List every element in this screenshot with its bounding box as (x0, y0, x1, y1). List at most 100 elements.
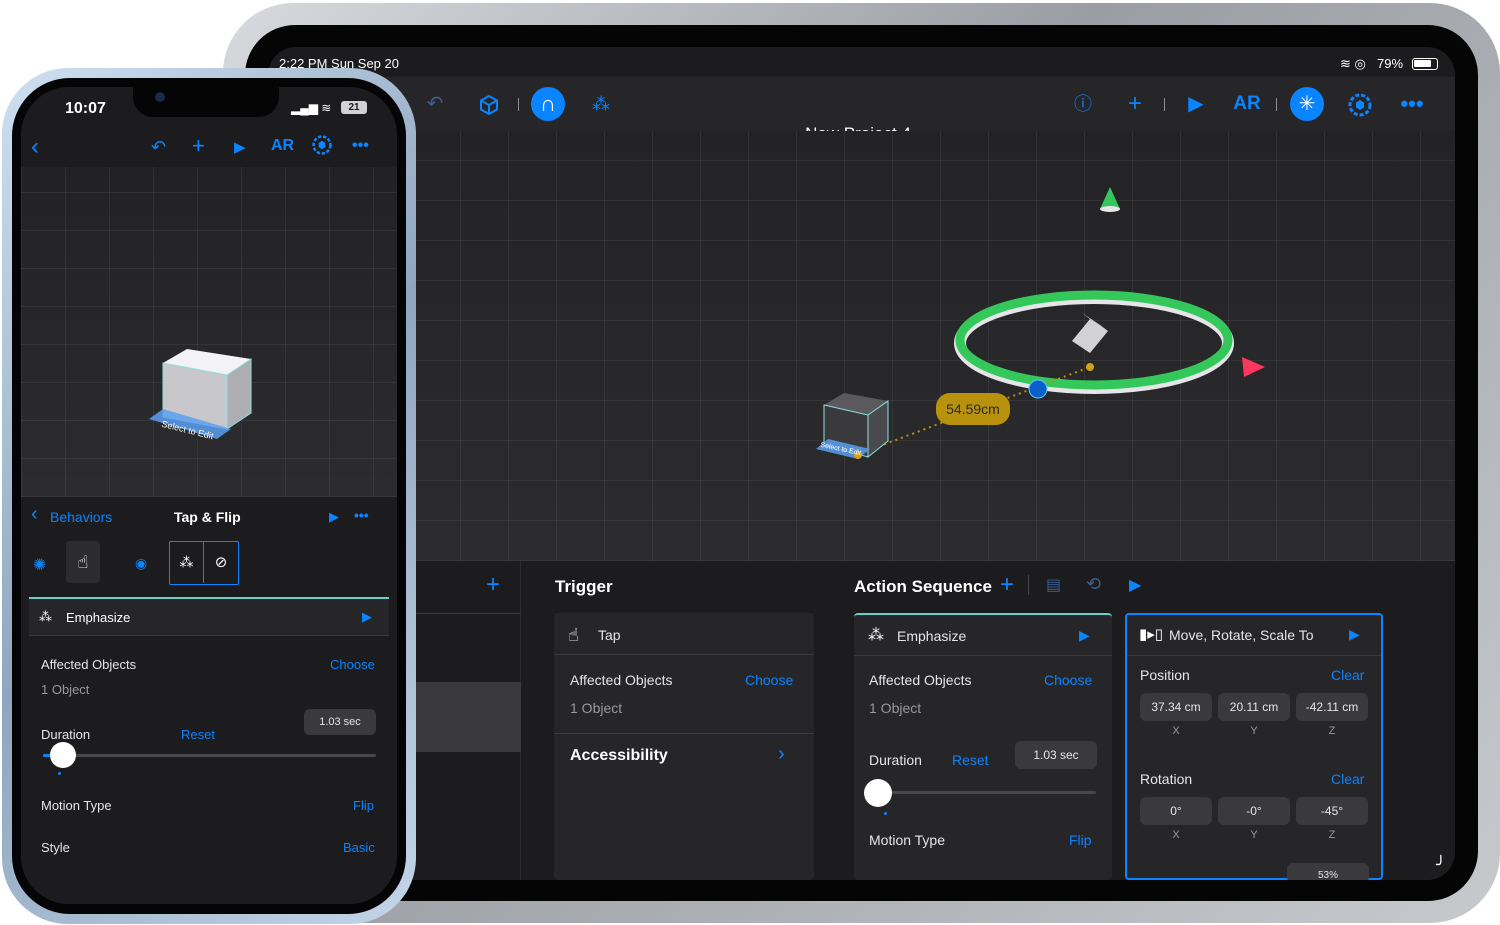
object-count: 1 Object (41, 682, 90, 697)
axis-label: Z (1328, 829, 1336, 841)
play-emphasize-icon[interactable]: ▶ (362, 609, 372, 625)
ar-button[interactable]: AR (271, 137, 294, 155)
properties-icon[interactable] (311, 134, 333, 161)
trigger-object-count: 1 Object (570, 700, 623, 716)
emphasize-choose-button[interactable]: Choose (1044, 672, 1092, 688)
duration-slider-knob[interactable] (49, 742, 76, 768)
sparkle-icon[interactable]: ✺ (33, 555, 46, 575)
emphasize-title: Emphasize (66, 610, 131, 625)
emphasize-object-count: 1 Object (869, 700, 922, 716)
scene-objects-icon[interactable]: ⁂ (586, 77, 616, 131)
object-library-icon[interactable] (472, 77, 506, 131)
trigger-type: Tap (598, 627, 621, 643)
rotation-x-field[interactable]: 0° (1140, 797, 1212, 825)
motion-type-label: Motion Type (41, 798, 112, 813)
hide-icon[interactable]: ⊘ (204, 542, 238, 583)
duration-value[interactable]: 1.03 sec (1015, 741, 1097, 769)
style-value[interactable]: Basic (343, 840, 375, 855)
axis-label: Y (1250, 829, 1258, 841)
y-axis-gizmo (1100, 187, 1120, 209)
trigger-card: ☝ Tap Affected Objects Choose 1 Object A… (554, 613, 814, 880)
emphasize-header[interactable]: ⁂ Emphasize ▶ (29, 599, 389, 635)
position-x-field[interactable]: 37.34 cm (1140, 693, 1212, 721)
duration-slider-track[interactable] (43, 754, 376, 757)
axis-label: Z (1328, 725, 1336, 737)
duration-slider-knob[interactable] (864, 779, 893, 807)
emphasize-title: Emphasize (897, 628, 967, 644)
rotation-clear-button[interactable]: Clear (1331, 771, 1364, 787)
target-cube (1072, 319, 1108, 353)
play-behavior-icon[interactable]: ▶ (329, 509, 339, 525)
undo-icon[interactable]: ↶ (151, 137, 166, 158)
axis-label: X (1172, 725, 1180, 737)
resize-handle-icon[interactable]: ╯ (1436, 855, 1446, 875)
duration-slider-track[interactable] (874, 791, 1096, 794)
add-icon[interactable]: + (1120, 77, 1150, 131)
behavior-title: Tap & Flip (174, 509, 241, 525)
duration-label: Duration (41, 727, 91, 742)
scale-field[interactable]: 53% (1287, 863, 1369, 880)
motion-type-value[interactable]: Flip (1069, 832, 1092, 848)
behaviors-panel: + Trigger ☝ Tap Affected Objects Choose … (268, 561, 1455, 880)
duration-reset-button[interactable]: Reset (952, 752, 989, 768)
position-y-field[interactable]: 20.11 cm (1218, 693, 1290, 721)
more-icon[interactable]: ••• (354, 507, 369, 523)
toggle-icon[interactable]: ◉ (135, 555, 147, 572)
emphasize-icon: ⁂ (868, 627, 884, 644)
iphone-battery: 21 (341, 101, 367, 114)
more-icon[interactable]: ••• (1396, 77, 1428, 131)
undo-icon[interactable]: ↶ (420, 77, 450, 131)
behaviors-back-button[interactable]: Behaviors (50, 509, 112, 525)
phone-scene-viewport[interactable]: Select to Edit (21, 167, 397, 497)
more-icon[interactable]: ••• (352, 137, 369, 155)
play-icon[interactable]: ▶ (234, 138, 246, 156)
chevron-left-icon[interactable]: ‹ (31, 503, 38, 526)
ar-button[interactable]: AR (1230, 77, 1264, 131)
add-icon[interactable]: + (192, 133, 205, 159)
emphasize-icon[interactable]: ⁂ (170, 542, 204, 583)
action-sequence-title: Action Sequence (854, 577, 992, 596)
emphasize-affected-label: Affected Objects (869, 672, 972, 688)
back-icon[interactable]: ‹ (31, 133, 39, 161)
ipad-screen: 2:22 PM Sun Sep 20 ≋ ◎ 79% ↶ ∩ ⁂ New Pro… (268, 47, 1455, 880)
motion-type-value[interactable]: Flip (353, 798, 374, 813)
play-move-icon[interactable]: ▶ (1349, 626, 1360, 643)
rotation-label: Rotation (1140, 771, 1193, 787)
add-action-icon[interactable]: + (1000, 571, 1014, 599)
action-group[interactable]: ⁂ ⊘ (169, 541, 239, 585)
duplicate-icon[interactable]: ▤ (1046, 575, 1061, 595)
axis-label: X (1172, 829, 1180, 841)
choose-button[interactable]: Choose (330, 657, 375, 672)
rotation-z-field[interactable]: -45° (1296, 797, 1368, 825)
behaviors-icon[interactable]: ✳ (1290, 77, 1326, 121)
duration-reset-button[interactable]: Reset (181, 727, 215, 742)
scene-viewport[interactable]: 54.59cm Select to Edit (268, 131, 1455, 561)
play-sequence-icon[interactable]: ▶ (1129, 575, 1141, 595)
duration-value[interactable]: 1.03 sec (304, 709, 376, 735)
battery-icon (1412, 58, 1438, 70)
anchor-icon[interactable]: ∩ (531, 77, 567, 121)
move-title: Move, Rotate, Scale To (1169, 627, 1314, 643)
emphasize-card[interactable]: ⁂ Emphasize ▶ Affected Objects Choose 1 … (854, 613, 1112, 880)
position-clear-button[interactable]: Clear (1331, 667, 1364, 683)
iphone-screen: 10:07 ▂▄▆ ≋ 21 ‹ ↶ + ▶ AR ••• Select to … (21, 87, 397, 904)
move-rotate-scale-card[interactable]: ▮▸▯ Move, Rotate, Scale To ▶ Position Cl… (1125, 613, 1383, 880)
info-icon[interactable]: ⓘ (1068, 77, 1098, 131)
rotation-y-field[interactable]: -0° (1218, 797, 1290, 825)
x-axis-gizmo (1242, 357, 1265, 377)
properties-icon[interactable] (1344, 77, 1376, 131)
chevron-right-icon[interactable]: › (778, 743, 785, 766)
add-behavior-icon[interactable]: + (486, 571, 500, 599)
move-icon: ▮▸▯ (1139, 626, 1164, 643)
emphasize-icon: ⁂ (39, 609, 52, 624)
tap-trigger-icon[interactable]: ☝ (66, 541, 100, 583)
signal-icon: ▂▄▆ ≋ (291, 101, 332, 115)
style-label: Style (41, 840, 70, 855)
accessibility-row[interactable]: Accessibility (570, 747, 668, 765)
play-emphasize-icon[interactable]: ▶ (1079, 627, 1090, 644)
ipad-toolbar: ↶ ∩ ⁂ New Project 4 ⓘ + ▶ AR ✳ ••• (268, 77, 1455, 143)
loop-icon[interactable]: ⟲ (1086, 574, 1101, 595)
position-z-field[interactable]: -42.11 cm (1296, 693, 1368, 721)
trigger-choose-button[interactable]: Choose (745, 672, 793, 688)
play-icon[interactable]: ▶ (1182, 77, 1210, 131)
